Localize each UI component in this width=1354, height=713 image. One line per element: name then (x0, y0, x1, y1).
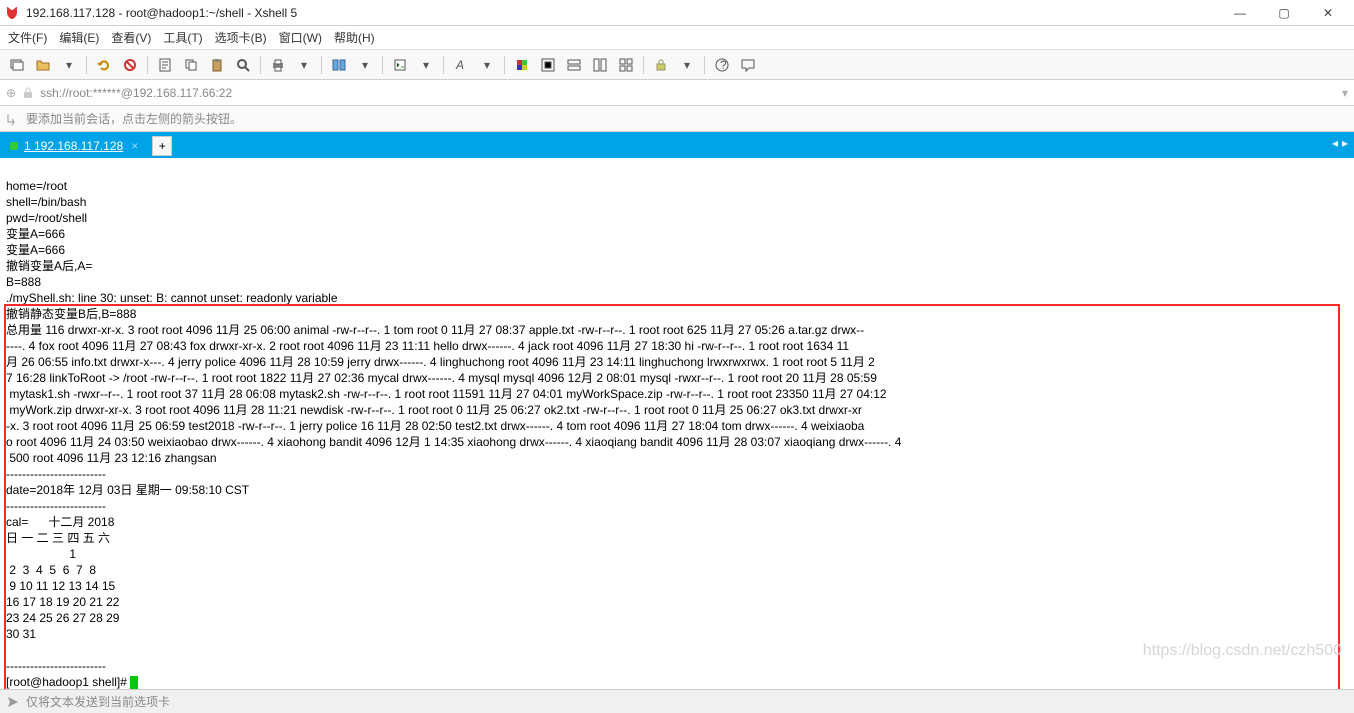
send-icon (6, 695, 20, 709)
lock-icon[interactable] (650, 54, 672, 76)
tile-vertical-icon[interactable] (589, 54, 611, 76)
find-icon[interactable] (232, 54, 254, 76)
window-title: 192.168.117.128 - root@hadoop1:~/shell -… (26, 6, 1218, 20)
titlebar: 192.168.117.128 - root@hadoop1:~/shell -… (0, 0, 1354, 26)
dropdown-icon[interactable]: ▾ (415, 54, 437, 76)
separator (504, 56, 505, 74)
separator (643, 56, 644, 74)
dropdown-icon[interactable]: ▾ (676, 54, 698, 76)
separator (704, 56, 705, 74)
cursor (130, 676, 138, 689)
tile-grid-icon[interactable] (615, 54, 637, 76)
font-icon[interactable]: A (450, 54, 472, 76)
separator (382, 56, 383, 74)
menu-tabs[interactable]: 选项卡(B) (215, 29, 267, 46)
svg-text:?: ? (720, 58, 727, 72)
tip-bar: 要添加当前会话，点击左侧的箭头按钮。 (0, 106, 1354, 132)
script-icon[interactable] (389, 54, 411, 76)
menu-view[interactable]: 查看(V) (111, 29, 151, 46)
properties-icon[interactable] (154, 54, 176, 76)
add-tab-button[interactable]: + (152, 136, 172, 156)
maximize-button[interactable]: ▢ (1262, 1, 1306, 25)
menu-file[interactable]: 文件(F) (8, 29, 47, 46)
disconnect-icon[interactable] (119, 54, 141, 76)
menu-window[interactable]: 窗口(W) (279, 29, 322, 46)
help-icon[interactable]: ? (711, 54, 733, 76)
watermark-text: https://blog.csdn.net/czh500 (1143, 643, 1342, 659)
status-dot-icon (10, 142, 18, 150)
dropdown-icon[interactable]: ▾ (476, 54, 498, 76)
close-tab-icon[interactable]: × (131, 139, 138, 153)
new-session-icon[interactable] (6, 54, 28, 76)
menubar: 文件(F) 编辑(E) 查看(V) 工具(T) 选项卡(B) 窗口(W) 帮助(… (0, 26, 1354, 50)
tile-horizontal-icon[interactable] (563, 54, 585, 76)
session-tab-label: 1 192.168.117.128 (24, 139, 123, 153)
chat-icon[interactable] (737, 54, 759, 76)
terminal-area[interactable]: home=/root shell=/bin/bash pwd=/root/she… (0, 158, 1354, 689)
status-bar: 仅将文本发送到当前选项卡 (0, 689, 1354, 713)
paste-icon[interactable] (206, 54, 228, 76)
lock-icon (22, 87, 34, 99)
close-button[interactable]: ✕ (1306, 1, 1350, 25)
open-session-icon[interactable] (32, 54, 54, 76)
menu-tools[interactable]: 工具(T) (163, 29, 202, 46)
transfer-icon[interactable] (328, 54, 350, 76)
fullscreen-icon[interactable] (537, 54, 559, 76)
tab-next-icon[interactable]: ▸ (1342, 136, 1348, 150)
svg-text:A: A (455, 58, 464, 72)
separator (86, 56, 87, 74)
separator (147, 56, 148, 74)
app-icon (4, 5, 20, 21)
arrow-add-icon[interactable] (6, 112, 20, 126)
dropdown-icon[interactable]: ▾ (58, 54, 80, 76)
addr-plus-icon[interactable]: ⊕ (6, 86, 16, 100)
menu-help[interactable]: 帮助(H) (334, 29, 375, 46)
copy-icon[interactable] (180, 54, 202, 76)
separator (443, 56, 444, 74)
menu-edit[interactable]: 编辑(E) (59, 29, 99, 46)
shell-prompt: [root@hadoop1 shell]# (6, 675, 130, 689)
reconnect-icon[interactable] (93, 54, 115, 76)
session-tabstrip: 1 192.168.117.128 × + ◂ ▸ (0, 132, 1354, 158)
print-icon[interactable] (267, 54, 289, 76)
separator (260, 56, 261, 74)
status-text: 仅将文本发送到当前选项卡 (26, 693, 170, 710)
separator (321, 56, 322, 74)
dropdown-icon[interactable]: ▾ (293, 54, 315, 76)
tab-prev-icon[interactable]: ◂ (1332, 136, 1338, 150)
color-icon[interactable] (511, 54, 533, 76)
session-tab[interactable]: 1 192.168.117.128 × (4, 134, 148, 158)
addr-dropdown-icon[interactable]: ▾ (1342, 86, 1348, 100)
dropdown-icon[interactable]: ▾ (354, 54, 376, 76)
toolbar: ▾ ▾ ▾ ▾ A ▾ ▾ ? (0, 50, 1354, 80)
address-text[interactable]: ssh://root:******@192.168.117.66:22 (40, 86, 1336, 100)
minimize-button[interactable]: ― (1218, 1, 1262, 25)
terminal-output: home=/root shell=/bin/bash pwd=/root/she… (6, 178, 1348, 674)
address-bar: ⊕ ssh://root:******@192.168.117.66:22 ▾ (0, 80, 1354, 106)
tip-text: 要添加当前会话，点击左侧的箭头按钮。 (26, 110, 242, 127)
